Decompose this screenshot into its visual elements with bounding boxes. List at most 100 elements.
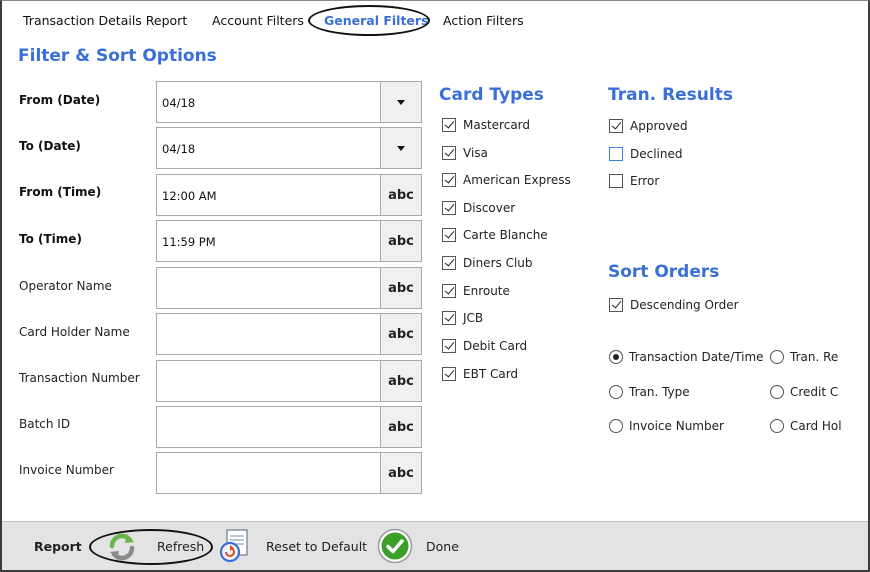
checkbox-icon[interactable] bbox=[609, 147, 623, 161]
field-label-batch-id: Batch ID bbox=[19, 417, 71, 431]
checkbox-icon[interactable] bbox=[442, 311, 456, 325]
field-label-transaction-number: Transaction Number bbox=[19, 371, 140, 385]
radio-icon[interactable] bbox=[609, 350, 623, 364]
radio-label: Invoice Number bbox=[629, 419, 724, 433]
radio-label: Credit C bbox=[790, 385, 839, 399]
sort-radio-invoice-number[interactable]: Invoice Number bbox=[609, 419, 724, 433]
from-date-dropdown[interactable]: 04/18 bbox=[156, 81, 422, 123]
invoice-number-field[interactable]: abc bbox=[156, 452, 422, 494]
transaction-number-abc-button[interactable]: abc bbox=[380, 361, 421, 401]
checkbox-label: EBT Card bbox=[463, 367, 519, 381]
checkbox-label: JCB bbox=[463, 311, 484, 325]
from-time-field[interactable]: 12:00 AM abc bbox=[156, 174, 422, 216]
section-title-card-types: Card Types bbox=[439, 85, 544, 105]
batch-id-abc-button[interactable]: abc bbox=[380, 407, 421, 447]
invoice-number-abc-button[interactable]: abc bbox=[380, 453, 421, 493]
radio-icon[interactable] bbox=[770, 419, 784, 433]
checkbox-label: Discover bbox=[463, 201, 516, 215]
tran-result-declined-checkbox[interactable]: Declined bbox=[609, 147, 683, 161]
checkbox-label: Diners Club bbox=[463, 256, 533, 270]
checkbox-icon[interactable] bbox=[442, 367, 456, 381]
report-window: Transaction Details Report Account Filte… bbox=[0, 0, 870, 572]
checkbox-icon[interactable] bbox=[442, 118, 456, 132]
to-time-field[interactable]: 11:59 PM abc bbox=[156, 220, 422, 262]
checkbox-icon[interactable] bbox=[442, 173, 456, 187]
card-type-carte-blanche-checkbox[interactable]: Carte Blanche bbox=[442, 228, 548, 242]
checkbox-icon[interactable] bbox=[609, 298, 623, 312]
to-date-dropdown[interactable]: 04/18 bbox=[156, 127, 422, 169]
reset-icon[interactable] bbox=[217, 528, 253, 564]
card-type-enroute-checkbox[interactable]: Enroute bbox=[442, 284, 510, 298]
checkbox-icon[interactable] bbox=[442, 339, 456, 353]
radio-icon[interactable] bbox=[770, 350, 784, 364]
tab-transaction-details-report[interactable]: Transaction Details Report bbox=[23, 13, 187, 28]
tab-account-filters[interactable]: Account Filters bbox=[212, 13, 304, 28]
to-date-value: 04/18 bbox=[162, 142, 196, 156]
checkbox-label: Mastercard bbox=[463, 118, 531, 132]
abc-label: abc bbox=[388, 326, 414, 342]
abc-label: abc bbox=[388, 419, 414, 435]
checkbox-label: Error bbox=[630, 174, 660, 188]
tab-action-filters[interactable]: Action Filters bbox=[443, 13, 524, 28]
field-label-operator-name: Operator Name bbox=[19, 279, 112, 293]
field-label-from-date: From (Date) bbox=[19, 93, 101, 107]
transaction-number-field[interactable]: abc bbox=[156, 360, 422, 402]
to-time-abc-button[interactable]: abc bbox=[380, 221, 421, 261]
radio-label: Tran. Re bbox=[790, 350, 839, 364]
card-type-debit-card-checkbox[interactable]: Debit Card bbox=[442, 339, 527, 353]
card-type-visa-checkbox[interactable]: Visa bbox=[442, 146, 488, 160]
checkbox-icon[interactable] bbox=[442, 228, 456, 242]
checkbox-icon[interactable] bbox=[609, 174, 623, 188]
descending-order-checkbox[interactable]: Descending Order bbox=[609, 298, 739, 312]
card-holder-name-abc-button[interactable]: abc bbox=[380, 314, 421, 354]
checkbox-icon[interactable] bbox=[442, 256, 456, 270]
checkbox-icon[interactable] bbox=[442, 146, 456, 160]
done-button[interactable]: Done bbox=[426, 539, 459, 554]
refresh-button[interactable]: Refresh bbox=[157, 539, 204, 554]
sort-radio-tran-ref[interactable]: Tran. Re bbox=[770, 350, 838, 364]
footer-report-label: Report bbox=[34, 539, 82, 554]
checkbox-label: Debit Card bbox=[463, 339, 528, 353]
card-type-jcb-checkbox[interactable]: JCB bbox=[442, 311, 483, 325]
refresh-icon[interactable] bbox=[106, 531, 138, 563]
annotation-ring-general-filters bbox=[308, 5, 430, 36]
operator-name-field[interactable]: abc bbox=[156, 267, 422, 309]
checkbox-icon[interactable] bbox=[442, 201, 456, 215]
operator-name-abc-button[interactable]: abc bbox=[380, 268, 421, 308]
field-label-card-holder-name: Card Holder Name bbox=[19, 325, 130, 339]
sort-radio-credit-card[interactable]: Credit C bbox=[770, 385, 838, 399]
card-type-mastercard-checkbox[interactable]: Mastercard bbox=[442, 118, 530, 132]
radio-icon[interactable] bbox=[609, 419, 623, 433]
done-check-icon[interactable] bbox=[377, 528, 413, 564]
card-holder-name-field[interactable]: abc bbox=[156, 313, 422, 355]
from-date-dropdown-button[interactable] bbox=[380, 82, 421, 122]
radio-icon[interactable] bbox=[770, 385, 784, 399]
field-label-invoice-number: Invoice Number bbox=[19, 463, 114, 477]
checkbox-icon[interactable] bbox=[609, 119, 623, 133]
card-type-american-express-checkbox[interactable]: American Express bbox=[442, 173, 571, 187]
batch-id-field[interactable]: abc bbox=[156, 406, 422, 448]
reset-to-default-button[interactable]: Reset to Default bbox=[266, 539, 367, 554]
field-label-to-date: To (Date) bbox=[19, 139, 81, 153]
tran-result-approved-checkbox[interactable]: Approved bbox=[609, 119, 688, 133]
card-type-discover-checkbox[interactable]: Discover bbox=[442, 201, 515, 215]
chevron-down-icon bbox=[397, 99, 405, 105]
section-title-filter-sort: Filter & Sort Options bbox=[18, 46, 217, 66]
sort-radio-transaction-date-time[interactable]: Transaction Date/Time bbox=[609, 350, 764, 364]
sort-radio-card-holder[interactable]: Card Hol bbox=[770, 419, 842, 433]
radio-label: Transaction Date/Time bbox=[629, 350, 764, 364]
section-title-tran-results: Tran. Results bbox=[608, 85, 733, 105]
radio-icon[interactable] bbox=[609, 385, 623, 399]
from-time-abc-button[interactable]: abc bbox=[380, 175, 421, 215]
checkbox-icon[interactable] bbox=[442, 284, 456, 298]
abc-label: abc bbox=[388, 187, 414, 203]
tran-result-error-checkbox[interactable]: Error bbox=[609, 174, 659, 188]
radio-label: Card Hol bbox=[790, 419, 842, 433]
card-type-ebt-card-checkbox[interactable]: EBT Card bbox=[442, 367, 518, 381]
checkbox-label: American Express bbox=[463, 173, 571, 187]
to-date-dropdown-button[interactable] bbox=[380, 128, 421, 168]
from-date-value: 04/18 bbox=[162, 96, 196, 110]
checkbox-label: Declined bbox=[630, 147, 683, 161]
card-type-diners-club-checkbox[interactable]: Diners Club bbox=[442, 256, 533, 270]
sort-radio-tran-type[interactable]: Tran. Type bbox=[609, 385, 690, 399]
